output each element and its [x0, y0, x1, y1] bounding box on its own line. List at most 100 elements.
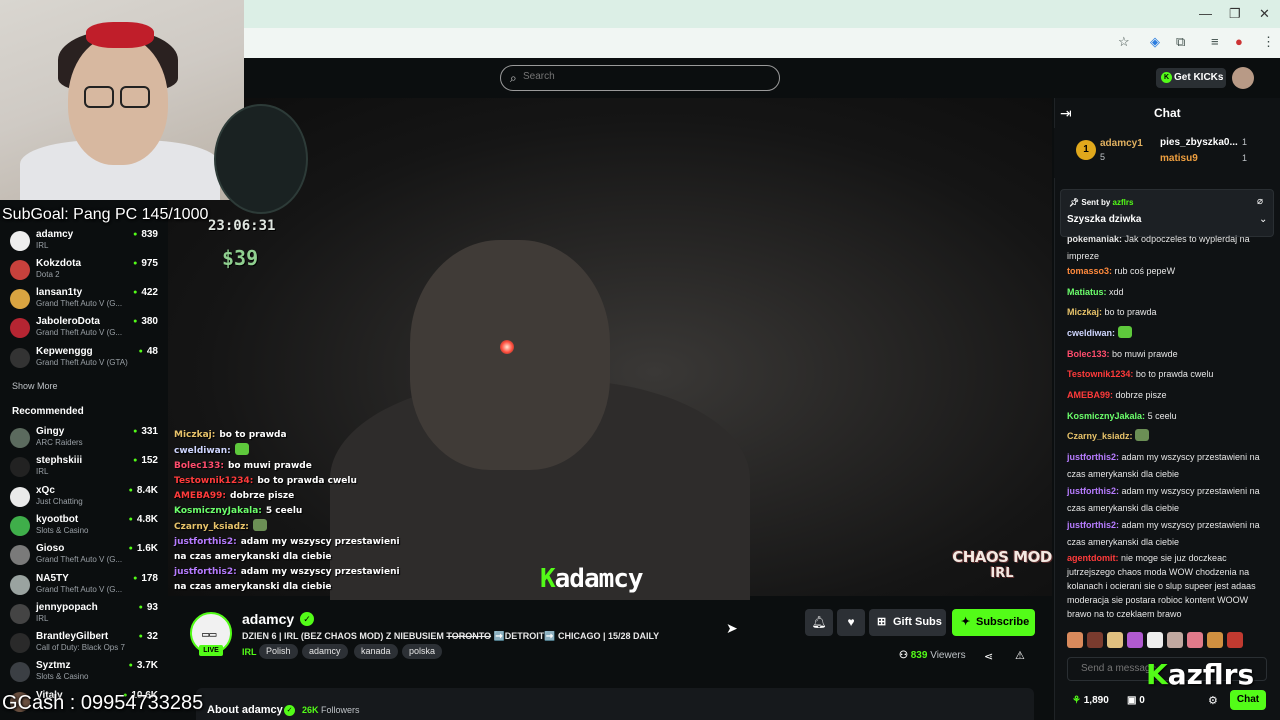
webcam-person-face — [68, 35, 168, 165]
channel-category: IRL — [36, 241, 49, 250]
get-kicks-label: Get KICKs — [1174, 72, 1224, 83]
live-badge: LIVE — [199, 645, 223, 656]
tag-polish[interactable]: Polish — [259, 644, 298, 659]
sidebar-item-gioso[interactable]: Gioso Grand Theft Auto V (G... 1.6K — [10, 543, 160, 571]
chat-send-button[interactable]: Chat — [1230, 690, 1266, 710]
pinned-text: Szyszka dziwka — [1067, 214, 1142, 225]
get-kicks-button[interactable]: K Get KICKs — [1156, 68, 1226, 88]
bookmark-star-icon[interactable]: ☆ — [1118, 34, 1130, 50]
close-icon[interactable]: ✕ — [1259, 6, 1270, 22]
avatar — [10, 604, 30, 624]
collapse-chat-icon[interactable]: ⇥ — [1060, 105, 1072, 122]
sidebar-item-xqc[interactable]: xQc Just Chatting 8.4K — [10, 485, 160, 513]
browser-menu-icon[interactable]: ⋮ — [1262, 34, 1275, 50]
sidebar-item-lansan1ty[interactable]: lansan1ty Grand Theft Auto V (G... 422 — [10, 287, 160, 315]
notification-bell-button[interactable]: 🔔︎ — [805, 609, 833, 636]
leaderboard-name[interactable]: pies_zbyszka0... — [1160, 137, 1238, 148]
stream-title: DZIEN 6 | IRL (BEZ CHAOS MOD) Z NIEBUSIE… — [242, 631, 660, 641]
sidebar-item-kepwenggg[interactable]: Kepwenggg Grand Theft Auto V (GTA) 48 — [10, 346, 160, 374]
media-icon[interactable]: ≡ — [1211, 34, 1219, 49]
emote-icon[interactable] — [1087, 632, 1103, 648]
profile-extension-icon[interactable]: ● — [1235, 34, 1243, 49]
emote-icon[interactable] — [1127, 632, 1143, 648]
chat-message: Bolec133: bo muwi prawde — [1067, 349, 1178, 359]
avatar — [10, 260, 30, 280]
sidebar-item-syztmz[interactable]: Syztmz Slots & Casino 3.7K — [10, 660, 160, 688]
viewer-count: 178 — [133, 573, 158, 584]
tag-kanada[interactable]: kanada — [354, 644, 398, 659]
viewer-count: 48 — [139, 346, 158, 357]
channel-name: Kokzdota — [36, 258, 81, 269]
channel-name[interactable]: adamcy — [242, 611, 294, 627]
emote-icon[interactable] — [1107, 632, 1123, 648]
chat-message: Miczkaj: bo to prawda — [1067, 307, 1157, 317]
emote-icon[interactable] — [1187, 632, 1203, 648]
puzzle-icon[interactable]: ⧉ — [1176, 34, 1185, 50]
channel-category: Slots & Casino — [36, 672, 89, 681]
channel-points[interactable]: ⚘ 1,890 — [1072, 695, 1109, 706]
chat-message: tomasso3: rub coś pepeW — [1067, 266, 1176, 276]
sidebar-item-adamcy[interactable]: adamcy IRL 839 — [10, 229, 160, 257]
sidebar-item-kyootbot[interactable]: kyootbot Slots & Casino 4.8K — [10, 514, 160, 542]
chat-message: justforthis2: adam my wszyscy przestawie… — [1067, 452, 1260, 479]
unpin-icon[interactable]: ⌀ — [1257, 196, 1263, 207]
pinned-message[interactable]: 📌︎ Sent by azflrs Szyszka dziwka ⌀ ⌄ — [1060, 189, 1274, 237]
overlay-chat-line: cweldiwan: — [174, 443, 434, 459]
chat-message: pokemaniak: Jak odpoczeles to wyplerdaj … — [1067, 234, 1250, 261]
avatar — [10, 575, 30, 595]
gcash-overlay: GCash : 09954733285 — [2, 692, 204, 714]
sidebar-item-kokzdota[interactable]: Kokzdota Dota 2 975 — [10, 258, 160, 286]
stream-category-link[interactable]: IRL — [242, 647, 257, 657]
follow-heart-button[interactable]: ♥ — [837, 609, 865, 636]
star-icon: ✦ — [961, 616, 971, 628]
channel-name: BrantleyGilbert — [36, 631, 109, 642]
chat-message: cweldiwan: — [1067, 325, 1267, 342]
tag-adamcy[interactable]: adamcy — [302, 644, 348, 659]
subscribe-button[interactable]: ✦ Subscribe — [952, 609, 1035, 636]
emote-icon[interactable] — [1227, 632, 1243, 648]
sidebar-item-stephskiii[interactable]: stephskiii IRL 152 — [10, 455, 160, 483]
sidebar-item-na5ty[interactable]: NA5TY Grand Theft Auto V (G... 178 — [10, 573, 160, 601]
channel-category: Grand Theft Auto V (G... — [36, 585, 123, 594]
restore-icon[interactable]: ❐ — [1229, 6, 1241, 22]
report-icon[interactable]: ⚠ — [1015, 649, 1025, 662]
channel-name: Gingy — [36, 426, 65, 437]
overlay-chat-line: na czas amerykanski dla ciebie — [174, 552, 332, 562]
user-avatar[interactable] — [1232, 67, 1254, 89]
channel-category: Just Chatting — [36, 497, 83, 506]
avatar — [10, 633, 30, 653]
chat-message: justforthis2: adam my wszyscy przestawie… — [1067, 520, 1260, 547]
channel-category: Call of Duty: Black Ops 7 — [36, 643, 125, 652]
chat-message: Testownik1234: bo to prawda cwelu — [1067, 369, 1214, 379]
extension-icon[interactable]: ◈ — [1150, 34, 1160, 50]
bell-icon: 🔔︎ — [811, 615, 827, 629]
emote-icon[interactable] — [1067, 632, 1083, 648]
overlay-chat-line: na czas amerykanski dla ciebie — [174, 582, 332, 592]
settings-gear-icon[interactable]: ⚙ — [1208, 694, 1218, 707]
show-more-link[interactable]: Show More — [12, 381, 58, 391]
emote-icon[interactable] — [1207, 632, 1223, 648]
sidebar-item-jaboleredota[interactable]: JaboleroDota Grand Theft Auto V (G... 38… — [10, 316, 160, 344]
minimize-icon[interactable]: — — [1199, 6, 1212, 21]
webcam-person-bow — [86, 22, 154, 48]
viewer-count: ⚇ 839 Viewers — [899, 650, 966, 661]
leaderboard-name[interactable]: adamcy1 — [1100, 138, 1143, 149]
share-icon[interactable]: ⋖ — [984, 650, 993, 663]
emote-icon[interactable] — [1147, 632, 1163, 648]
gift-subs-button[interactable]: ⊞ Gift Subs — [869, 609, 946, 636]
chevron-down-icon[interactable]: ⌄ — [1259, 214, 1267, 225]
channel-name: Syztmz — [36, 660, 71, 671]
channel-name: jennypopach — [36, 602, 98, 613]
tag-polska[interactable]: polska — [402, 644, 443, 659]
drops-counter[interactable]: ▣ 0 — [1127, 695, 1145, 706]
search-input[interactable] — [523, 71, 773, 82]
channel-category: IRL — [36, 467, 49, 476]
search-box[interactable]: ⌕ — [500, 65, 780, 91]
sidebar-item-jennypopach[interactable]: jennypopach IRL 93 — [10, 602, 160, 630]
subgoal-overlay: SubGoal: Pang PC 145/1000 — [2, 206, 209, 223]
sidebar-item-gingy[interactable]: Gingy ARC Raiders 331 — [10, 426, 160, 454]
emote-icon[interactable] — [1167, 632, 1183, 648]
gift-box-icon: ▣ — [1127, 695, 1137, 706]
sidebar-item-brantleygilbert[interactable]: BrantleyGilbert Call of Duty: Black Ops … — [10, 631, 160, 659]
leaderboard-name[interactable]: matisu9 — [1160, 153, 1198, 164]
